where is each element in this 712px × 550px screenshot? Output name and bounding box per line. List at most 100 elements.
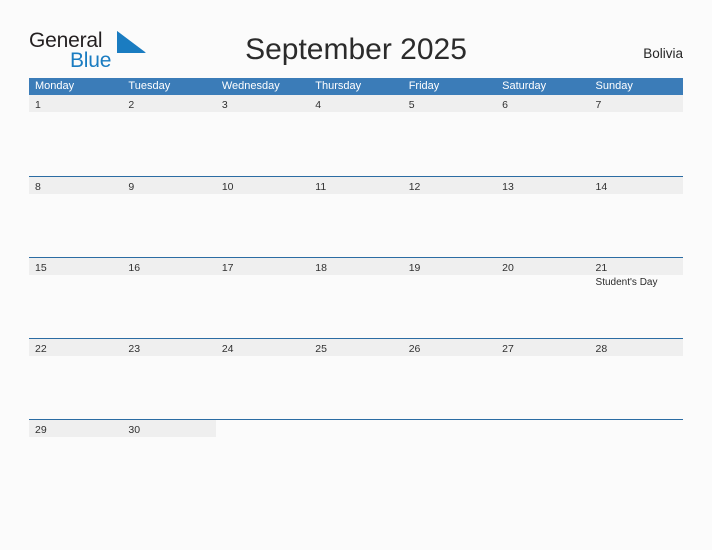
calendar-day-cell[interactable]: 4	[309, 95, 403, 175]
calendar-day-cell[interactable]: 20	[496, 258, 590, 338]
calendar-day-band: 26	[402, 339, 497, 356]
calendar-day-cell-empty	[403, 420, 496, 500]
weekday-header-sunday: Sunday	[595, 80, 633, 92]
calendar-day-body	[496, 437, 589, 439]
calendar-day-cell[interactable]: 29	[29, 420, 123, 500]
calendar-day-cell[interactable]: 22	[29, 339, 123, 419]
calendar-day-body	[403, 275, 496, 277]
calendar-day-body	[403, 437, 496, 439]
calendar-day-cell[interactable]: 7	[589, 95, 683, 175]
calendar-day-body	[403, 112, 496, 114]
calendar-day-band: 9	[122, 177, 216, 194]
calendar-day-body	[216, 275, 309, 277]
calendar-day-cell[interactable]: 24	[215, 339, 310, 419]
calendar-day-band: 15	[29, 258, 123, 275]
calendar-day-body	[29, 275, 122, 277]
calendar-week-cells: 22 23 24 25 26 27 28	[29, 339, 683, 419]
calendar-day-cell[interactable]: 13	[496, 177, 590, 257]
calendar-day-band: 14	[589, 177, 683, 194]
calendar-day-body	[216, 437, 309, 439]
calendar-day-number	[309, 424, 315, 436]
calendar-day-band: 30	[122, 420, 216, 437]
calendar-day-band: 4	[309, 95, 403, 112]
calendar-day-number: 2	[128, 99, 135, 111]
calendar-day-band	[403, 420, 496, 437]
calendar-day-cell[interactable]: 30	[122, 420, 216, 500]
calendar-day-cell[interactable]: 8	[29, 177, 123, 257]
calendar-day-body	[496, 356, 589, 358]
calendar-day-cell[interactable]: 23	[122, 339, 216, 419]
calendar-day-band: 17	[215, 258, 310, 275]
weekday-header-friday: Friday	[408, 80, 440, 92]
calendar-day-body	[496, 112, 589, 114]
calendar-day-cell[interactable]: 11	[309, 177, 403, 257]
calendar-day-number: 14	[595, 181, 608, 193]
calendar-day-band	[309, 420, 402, 437]
calendar-day-cell[interactable]: 25	[309, 339, 403, 419]
calendar-day-cell[interactable]: 17	[215, 258, 310, 338]
calendar-day-body	[590, 194, 683, 196]
calendar-day-cell[interactable]: 9	[122, 177, 216, 257]
calendar-day-number: 27	[502, 343, 514, 355]
calendar-day-cell[interactable]: 19	[402, 258, 497, 338]
calendar-day-cell-empty	[309, 420, 402, 500]
calendar-weeks: 1 2 3 4 5 6 7 8 9 10 11 12 13 14 15 16 17 18 19 20 21 Student…	[29, 95, 683, 500]
calendar-week-cells: 1 2 3 4 5 6 7	[29, 95, 683, 175]
calendar-day-number	[496, 424, 502, 436]
calendar-day-body	[496, 275, 589, 277]
calendar-day-cell[interactable]: 12	[402, 177, 497, 257]
calendar-day-band: 21	[589, 258, 683, 275]
calendar-day-band: 12	[402, 177, 497, 194]
calendar-day-cell-empty	[590, 420, 683, 500]
calendar-day-band: 10	[215, 177, 310, 194]
calendar-day-band: 24	[215, 339, 310, 356]
calendar-day-body	[122, 437, 215, 439]
calendar-day-cell[interactable]: 1	[29, 95, 123, 175]
calendar-day-number: 30	[128, 424, 141, 436]
calendar-day-number: 22	[35, 343, 47, 355]
calendar-day-cell[interactable]: 14	[589, 177, 683, 257]
calendar-day-number: 12	[408, 181, 421, 193]
calendar-day-band: 25	[309, 339, 403, 356]
calendar-day-cell[interactable]: 6	[496, 95, 590, 175]
calendar-day-cell[interactable]: 5	[402, 95, 497, 175]
calendar-day-body	[29, 437, 122, 439]
calendar-week-row: 8 9 10 11 12 13 14	[29, 176, 683, 257]
calendar-day-cell[interactable]: 15	[29, 258, 123, 338]
calendar-day-cell[interactable]: 26	[402, 339, 497, 419]
calendar-day-band: 28	[589, 339, 683, 356]
calendar-day-band: 3	[215, 95, 310, 112]
calendar-day-number: 7	[595, 99, 602, 111]
calendar-day-cell[interactable]: 28	[589, 339, 683, 419]
calendar-week-cells: 8 9 10 11 12 13 14	[29, 177, 683, 257]
calendar-day-cell[interactable]: 16	[122, 258, 216, 338]
calendar-day-number	[403, 424, 409, 436]
weekday-header-row: Monday Tuesday Wednesday Thursday Friday…	[29, 78, 683, 95]
calendar-day-body	[590, 112, 683, 114]
calendar-day-cell[interactable]: 10	[215, 177, 310, 257]
calendar-event[interactable]: Student's Day	[596, 277, 679, 289]
calendar-day-band: 18	[309, 258, 403, 275]
calendar-day-cell[interactable]: 18	[309, 258, 403, 338]
calendar-day-cell[interactable]: 2	[122, 95, 216, 175]
calendar-day-cell[interactable]: 27	[496, 339, 590, 419]
calendar-day-number: 8	[35, 181, 41, 193]
calendar-day-band: 29	[29, 420, 123, 437]
calendar-day-number: 20	[502, 262, 514, 274]
calendar-day-number: 5	[408, 99, 415, 111]
calendar-day-number: 11	[315, 181, 327, 193]
calendar-day-cell[interactable]: 3	[215, 95, 310, 175]
calendar-day-number: 6	[502, 99, 508, 111]
weekday-header-thursday: Thursday	[315, 80, 362, 92]
calendar-day-body	[29, 112, 122, 114]
calendar-day-body	[496, 194, 589, 196]
calendar-week-row: 15 16 17 18 19 20 21 Student's Day	[29, 257, 683, 338]
calendar-day-cell[interactable]: 21 Student's Day	[589, 258, 683, 338]
calendar-day-number: 1	[35, 99, 41, 111]
calendar-day-number	[590, 424, 596, 436]
calendar-day-body	[29, 194, 122, 196]
calendar-day-body	[309, 275, 402, 277]
calendar-day-body	[216, 112, 309, 114]
calendar-day-number: 25	[315, 343, 327, 355]
calendar-day-number: 24	[221, 343, 234, 355]
